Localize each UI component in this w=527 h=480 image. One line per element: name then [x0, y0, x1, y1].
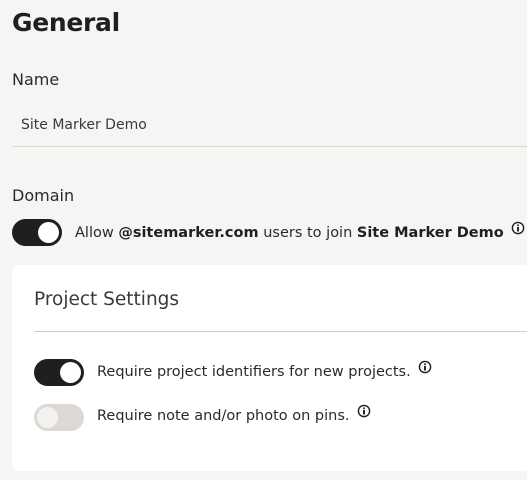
info-circle-icon[interactable]: [418, 360, 432, 374]
domain-name: @sitemarker.com: [118, 225, 259, 241]
note-photo-text: Require note and/or photo on pins.: [97, 404, 371, 424]
domain-text-prefix: Allow: [75, 225, 119, 241]
note-photo-toggle[interactable]: [34, 404, 84, 431]
toggle-knob: [60, 362, 81, 383]
info-circle-icon[interactable]: [357, 404, 371, 418]
project-identifiers-label: Require project identifiers for new proj…: [97, 364, 411, 380]
project-identifiers-text: Require project identifiers for new proj…: [97, 360, 432, 380]
project-settings-title: Project Settings: [34, 289, 180, 310]
domain-label: Domain: [12, 186, 75, 205]
project-identifiers-toggle[interactable]: [34, 359, 84, 386]
domain-text-middle: users to join: [258, 225, 357, 241]
info-circle-icon[interactable]: [511, 221, 525, 235]
note-photo-label: Require note and/or photo on pins.: [97, 408, 350, 424]
toggle-knob: [37, 407, 58, 428]
name-input[interactable]: [12, 104, 527, 147]
name-label: Name: [12, 70, 60, 89]
card-divider: [34, 331, 527, 332]
project-name: Site Marker Demo: [356, 225, 504, 241]
page-title: General: [12, 8, 120, 37]
toggle-knob: [38, 222, 59, 243]
domain-join-text: Allow @sitemarker.com users to join Site…: [75, 221, 525, 241]
project-settings-card: Project Settings Require project identif…: [12, 265, 527, 471]
domain-join-toggle[interactable]: [12, 219, 62, 246]
